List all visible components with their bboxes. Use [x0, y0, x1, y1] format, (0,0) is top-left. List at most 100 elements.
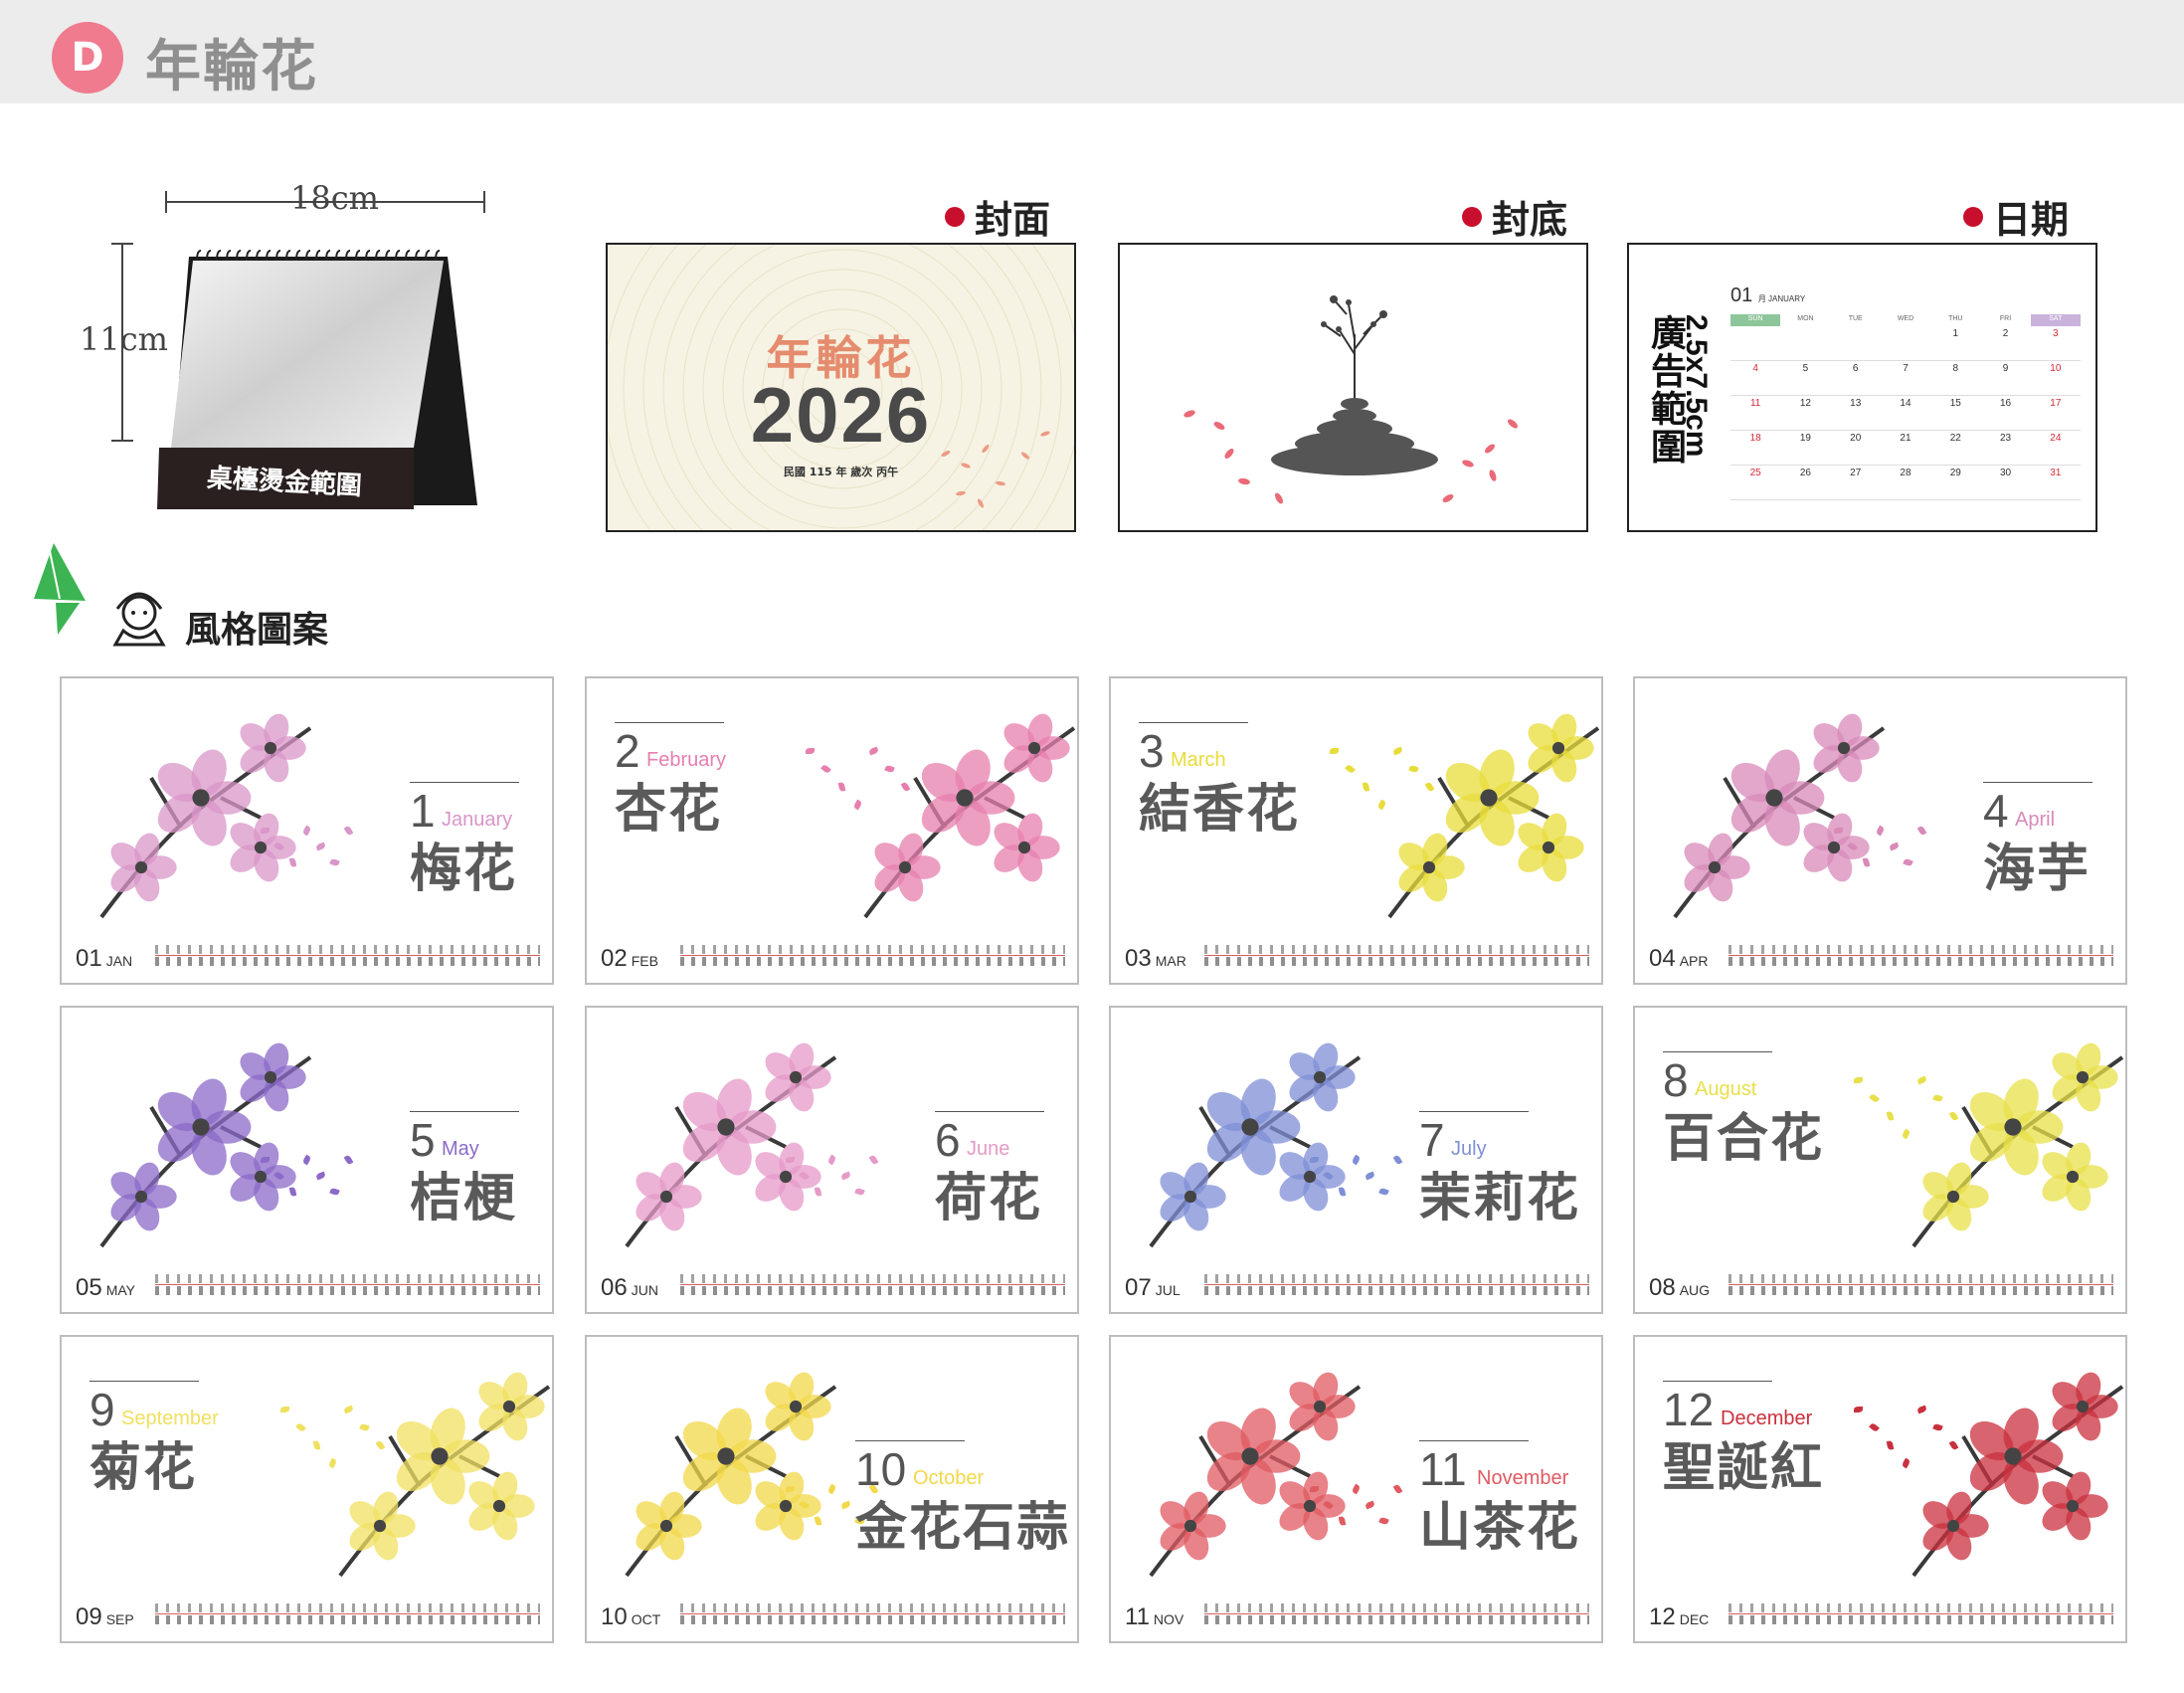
mini-day-cell: 14: [1900, 398, 1911, 409]
month-english: August: [1695, 1078, 1757, 1100]
month-footer: 01 JAN: [76, 945, 132, 973]
month-footer-number: 11: [1125, 1603, 1150, 1630]
month-number: 4: [1983, 785, 2009, 837]
month-footer: 02 FEB: [601, 945, 658, 973]
month-footer: 09 SEP: [76, 1603, 134, 1631]
mini-weekday-cell: SAT: [2030, 314, 2081, 326]
flower-illustration: [1911, 1372, 2124, 1578]
day-strip-rule: [1204, 1284, 1589, 1285]
day-strip-rule: [155, 1284, 540, 1285]
flower-name: 梅花: [410, 840, 518, 899]
flower-name: 山茶花: [1419, 1498, 1581, 1558]
back-label-text: 封底: [1492, 198, 1568, 242]
mini-day-cell: 5: [1802, 363, 1809, 374]
mini-weekday-header: SUN MON TUE WED THU FRI SAT: [1730, 314, 2081, 326]
day-strip-nums: [155, 1286, 540, 1295]
petal-decoration: [1834, 828, 1843, 834]
month-number: 12: [1663, 1384, 1715, 1435]
month-footer: 07 JUL: [1125, 1274, 1181, 1302]
width-dimension-tick: [165, 191, 167, 213]
mini-weekday-cell: FRI: [1999, 315, 2012, 322]
cover-subtitle: 民國 115 年 歲次 丙午: [783, 466, 899, 478]
day-strip-rule: [1729, 1613, 2113, 1614]
leaf-icon: [34, 543, 86, 635]
mini-day-cell: 22: [1949, 433, 1961, 444]
month-number: 10: [855, 1443, 907, 1495]
mini-day-cell: 12: [1799, 398, 1811, 409]
mini-weekday-cell: THU: [1948, 315, 1963, 322]
month-english: November: [1477, 1467, 1569, 1489]
day-strip-nums: [1204, 1615, 1589, 1624]
petal-decoration: [329, 857, 340, 867]
mini-day-cell: 3: [2053, 328, 2059, 339]
flower-name: 桔梗: [410, 1169, 518, 1228]
height-dimension-tick: [111, 243, 133, 245]
month-footer-number: 04: [1649, 945, 1676, 972]
flower-illustration: [99, 1042, 312, 1248]
month-english: October: [913, 1467, 985, 1489]
month-footer-abbr: MAY: [105, 1282, 136, 1298]
month-title-rule: [1663, 1051, 1772, 1052]
month-english: June: [967, 1138, 1010, 1160]
day-strip-days: [155, 1603, 540, 1612]
mini-day-cell: 26: [1799, 468, 1811, 478]
mini-day-cell: 20: [1850, 433, 1862, 444]
day-strip-nums: [680, 1286, 1065, 1295]
day-strip-rule: [680, 1613, 1065, 1614]
day-strip: [1204, 1274, 1589, 1296]
month-number: 8: [1663, 1054, 1689, 1106]
mini-month-subtitle: 月 JANUARY: [1757, 294, 1806, 303]
day-strip-days: [1204, 1274, 1589, 1283]
month-card-jun: 6 June 荷花 06 JUN: [585, 1006, 1079, 1314]
day-strip-rule: [680, 1284, 1065, 1285]
mini-day-cell: 18: [1749, 433, 1761, 444]
day-strip-rule: [155, 1613, 540, 1614]
petal-decoration: [329, 1187, 340, 1197]
month-footer: 05 MAY: [76, 1274, 135, 1302]
month-number: 3: [1139, 725, 1165, 777]
day-strip-days: [1204, 1603, 1589, 1612]
mini-day-cell: [1780, 326, 1830, 360]
flower-name: 聖誕紅: [1663, 1438, 1825, 1498]
flower-name: 結香花: [1139, 780, 1301, 840]
mini-day-cell: 17: [2050, 398, 2062, 409]
petal-decoration: [786, 1157, 795, 1163]
petal-decoration: [868, 1154, 879, 1166]
day-strip-days: [1729, 1603, 2113, 1612]
petal-decoration: [261, 828, 270, 834]
cover-section-label: 封面: [945, 189, 1050, 244]
flower-illustration: [99, 713, 312, 919]
mini-day-cell: 11: [1749, 398, 1761, 409]
month-footer-abbr: OCT: [631, 1611, 661, 1627]
month-footer: 08 AUG: [1649, 1274, 1710, 1302]
mini-weekday-cell: MON: [1797, 315, 1814, 322]
month-card-nov: 11 November 山茶花 11 NOV: [1109, 1335, 1603, 1643]
month-english: July: [1451, 1138, 1487, 1160]
month-footer-abbr: MAR: [1155, 953, 1186, 969]
mini-day-cell: 27: [1850, 468, 1862, 478]
back-section-label: 封底: [1462, 189, 1567, 244]
month-footer: 04 APR: [1649, 945, 1709, 973]
petal-decoration: [1392, 1154, 1403, 1166]
section-badge: D: [52, 22, 123, 94]
mini-week-row: 1 2 3: [1730, 326, 2081, 361]
petal-decoration: [1869, 1092, 1880, 1104]
month-english: December: [1721, 1408, 1813, 1429]
section-title: 年輪花: [145, 35, 318, 99]
month-card-apr: 4 April 海芋 04 APR: [1633, 676, 2127, 985]
day-strip-rule: [1729, 1284, 2113, 1285]
day-strip: [1729, 945, 2113, 967]
petal-decoration: [280, 1407, 289, 1412]
ad-size-label: 2.5x7.5cm: [1680, 314, 1713, 458]
petal-decoration: [1378, 1516, 1389, 1526]
bullet-icon: [1462, 206, 1482, 227]
month-footer-abbr: JUL: [1155, 1282, 1181, 1298]
mini-day-cell: [1831, 326, 1881, 360]
day-strip-rule: [155, 955, 540, 956]
day-strip-nums: [1729, 1286, 2113, 1295]
mini-day-cell: 7: [1903, 363, 1909, 374]
day-strip-nums: [680, 957, 1065, 966]
height-label: 11cm: [80, 320, 168, 358]
petal-decoration: [1310, 1486, 1319, 1492]
month-card-may: 5 May 桔梗 05 MAY: [60, 1006, 554, 1314]
